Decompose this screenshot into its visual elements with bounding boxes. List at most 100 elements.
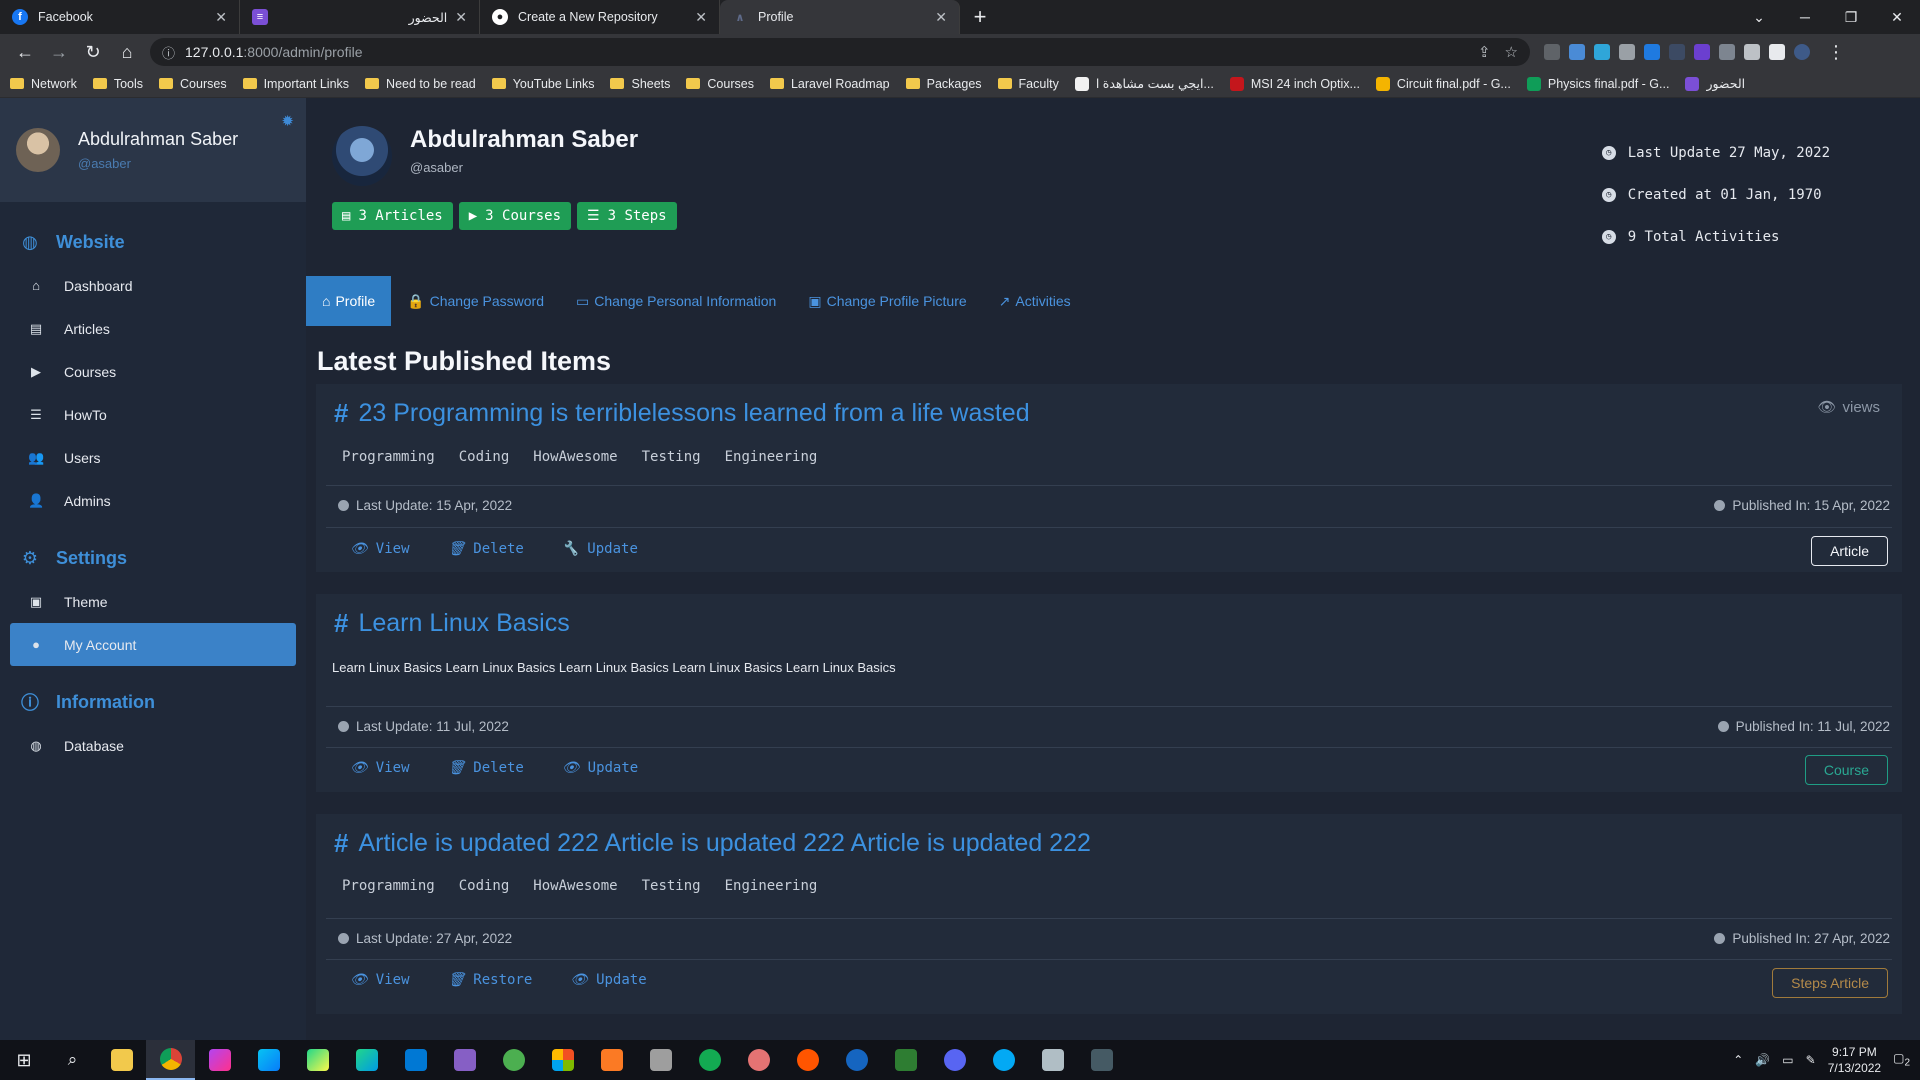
tag[interactable]: Programming — [342, 449, 435, 465]
pen-icon[interactable]: ✎ — [1806, 1053, 1816, 1067]
extension-icon[interactable] — [1644, 44, 1660, 60]
bookmark-item[interactable]: YouTube Links — [491, 77, 594, 91]
discord-icon[interactable] — [930, 1040, 979, 1080]
bookmark-item[interactable]: الحضور — [1685, 76, 1745, 91]
bookmark-item[interactable]: Need to be read — [365, 77, 476, 91]
view-button[interactable]: 👁 View — [350, 972, 410, 988]
extension-icon[interactable] — [1669, 44, 1685, 60]
pycharm-icon[interactable] — [293, 1040, 342, 1080]
item-title-link[interactable]: #23 Programming is terriblelessons learn… — [334, 398, 1030, 429]
item-type-button[interactable]: Article — [1811, 536, 1888, 566]
webstorm-icon[interactable] — [244, 1040, 293, 1080]
bookmark-item[interactable]: Tools — [92, 77, 143, 91]
search-icon[interactable]: ⌕ — [48, 1040, 97, 1080]
view-button[interactable]: 👁 View — [350, 760, 410, 776]
menu-icon[interactable]: ⋮ — [1819, 42, 1853, 63]
extension-icon[interactable] — [1694, 44, 1710, 60]
bookmark-item[interactable]: MSI 24 inch Optix... — [1229, 76, 1360, 91]
sidebar-item-users[interactable]: 👥 Users — [0, 436, 306, 479]
extension-icon[interactable] — [1719, 44, 1735, 60]
bookmark-item[interactable]: Sheets — [610, 77, 670, 91]
taskbar-clock[interactable]: 9:17 PM 7/13/2022 — [1828, 1044, 1881, 1076]
profile-icon[interactable] — [1794, 44, 1810, 60]
bookmark-item[interactable]: Faculty — [997, 77, 1059, 91]
network-icon[interactable]: ▭ — [1782, 1053, 1793, 1067]
app-icon[interactable] — [832, 1040, 881, 1080]
update-button[interactable]: 👁 Update — [562, 760, 638, 776]
chevron-up-icon[interactable]: ⌃ — [1733, 1053, 1743, 1067]
forward-icon[interactable]: → — [42, 42, 76, 63]
share-icon[interactable]: ⇪ — [1478, 43, 1491, 61]
mongodb-icon[interactable] — [685, 1040, 734, 1080]
tag[interactable]: HowAwesome — [533, 449, 617, 465]
browser-tab-attendance[interactable]: ≡ الحضور ✕ — [240, 0, 480, 34]
chrome-icon[interactable] — [146, 1040, 195, 1080]
bookmark-item[interactable]: Important Links — [242, 77, 349, 91]
minimize-icon[interactable]: ─ — [1782, 9, 1828, 25]
extension-icon[interactable] — [1569, 44, 1585, 60]
sidebar-item-articles[interactable]: ▤ Articles — [0, 307, 306, 350]
tab-change-password[interactable]: 🔒 Change Password — [391, 276, 560, 326]
tag[interactable]: Engineering — [725, 878, 818, 894]
tag[interactable]: Coding — [459, 449, 510, 465]
tag[interactable]: Coding — [459, 878, 510, 894]
address-bar[interactable]: ⓘ 127.0.0.1 :8000/admin/profile ⇪ ☆ — [150, 38, 1530, 66]
bookmark-item[interactable]: Laravel Roadmap — [769, 77, 890, 91]
tab-profile[interactable]: ⌂ Profile — [306, 276, 392, 326]
xampp-icon[interactable] — [587, 1040, 636, 1080]
close-tab-icon[interactable]: ✕ — [215, 9, 227, 26]
restore-button[interactable]: 🗑 Restore — [448, 972, 533, 988]
browser-tab-facebook[interactable]: f Facebook ✕ — [0, 0, 240, 34]
tag[interactable]: Engineering — [725, 449, 818, 465]
restore-icon[interactable]: ❐ — [1828, 9, 1874, 26]
sidebar-user-handle[interactable]: @asaber — [78, 156, 238, 171]
app-icon[interactable] — [489, 1040, 538, 1080]
close-window-icon[interactable]: ✕ — [1874, 9, 1920, 26]
extension-icon[interactable] — [1544, 44, 1560, 60]
view-button[interactable]: 👁 View — [350, 541, 410, 557]
phpstorm-icon[interactable] — [195, 1040, 244, 1080]
item-type-button[interactable]: Steps Article — [1772, 968, 1888, 998]
app-icon[interactable] — [1028, 1040, 1077, 1080]
tag[interactable]: Testing — [642, 878, 701, 894]
tag[interactable]: HowAwesome — [533, 878, 617, 894]
sidebar-item-database[interactable]: ◍ Database — [0, 724, 306, 767]
app-icon[interactable] — [636, 1040, 685, 1080]
delete-button[interactable]: 🗑 Delete — [448, 541, 524, 557]
app-icon[interactable] — [881, 1040, 930, 1080]
item-type-button[interactable]: Course — [1804, 755, 1888, 785]
tab-search-icon[interactable]: ⌄ — [1736, 9, 1782, 26]
windows-start-icon[interactable]: ⊞ — [0, 1050, 48, 1071]
tab-change-profile-picture[interactable]: ▣ Change Profile Picture — [792, 276, 982, 326]
new-tab-button[interactable]: + — [960, 0, 1000, 34]
bookmark-item[interactable]: Network — [10, 77, 77, 91]
home-icon[interactable]: ⌂ — [110, 42, 144, 63]
bookmark-item[interactable]: Courses — [686, 77, 754, 91]
extension-icon[interactable] — [1619, 44, 1635, 60]
side-panel-icon[interactable] — [1769, 44, 1785, 60]
update-button[interactable]: 👁 Update — [570, 972, 646, 988]
tag[interactable]: Programming — [342, 878, 435, 894]
item-title-link[interactable]: # Learn Linux Basics — [334, 608, 570, 639]
sidebar-item-howto[interactable]: ☰ HowTo — [0, 393, 306, 436]
extension-icon[interactable] — [1594, 44, 1610, 60]
bookmark-item[interactable]: Physics final.pdf - G... — [1526, 76, 1669, 91]
sidebar-item-my-account[interactable]: ● My Account — [10, 623, 296, 666]
close-tab-icon[interactable]: ✕ — [695, 9, 707, 26]
app-icon[interactable] — [734, 1040, 783, 1080]
bookmark-item[interactable]: ايجي بست مشاهدة ا... — [1074, 76, 1214, 91]
soundcloud-icon[interactable] — [783, 1040, 832, 1080]
clion-icon[interactable] — [342, 1040, 391, 1080]
update-button[interactable]: 🔧 Update — [562, 541, 638, 557]
bookmark-item[interactable]: Circuit final.pdf - G... — [1375, 76, 1511, 91]
notifications-icon[interactable]: ▢2 — [1893, 1051, 1910, 1068]
volume-icon[interactable]: 🔊 — [1755, 1053, 1770, 1067]
delete-button[interactable]: 🗑 Delete — [448, 760, 524, 776]
file-explorer-icon[interactable] — [97, 1040, 146, 1080]
sidebar-item-dashboard[interactable]: ⌂ Dashboard — [0, 264, 306, 307]
sidebar-item-courses[interactable]: ▶ Courses — [0, 350, 306, 393]
tab-change-personal-information[interactable]: ▭ Change Personal Information — [560, 276, 792, 326]
office-icon[interactable] — [538, 1040, 587, 1080]
back-icon[interactable]: ← — [8, 42, 42, 63]
visual-studio-icon[interactable] — [440, 1040, 489, 1080]
